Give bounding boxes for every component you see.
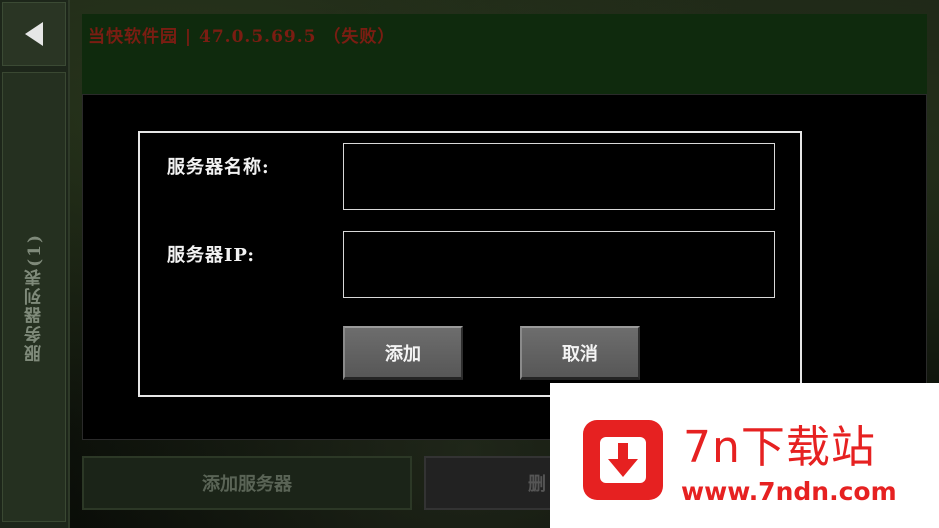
server-entry-title: 当快软件园 | 47.0.5.69.5 （失败） [88, 27, 396, 47]
add-server-button[interactable]: 添加服务器 [82, 456, 412, 510]
cancel-button[interactable]: 取消 [520, 326, 640, 380]
back-button[interactable] [2, 2, 66, 66]
tab-server-list-label: 服务器列表(1) [24, 232, 45, 362]
add-server-dialog: 服务器名称: 服务器IP: 添加 取消 [138, 131, 802, 397]
delete-server-label: 删 [528, 474, 546, 495]
server-ip-label: 服务器IP: [167, 245, 255, 266]
server-name-label: 服务器名称: [167, 157, 270, 178]
add-button[interactable]: 添加 [343, 326, 463, 380]
tab-server-list[interactable]: 服务器列表(1) [2, 72, 66, 522]
server-ip-input[interactable] [343, 231, 775, 298]
watermark: 7n下载站 www.7ndn.com [550, 383, 939, 528]
back-arrow-icon [25, 22, 43, 46]
watermark-name: 7n下载站 [683, 422, 876, 473]
server-name-input[interactable] [343, 143, 775, 210]
cancel-button-label: 取消 [562, 343, 598, 365]
sidebar: 服务器列表(1) [0, 0, 70, 528]
download-arrow-icon [600, 437, 646, 483]
watermark-logo [583, 420, 663, 500]
watermark-url: www.7ndn.com [681, 477, 897, 506]
add-button-label: 添加 [385, 343, 421, 365]
add-server-label: 添加服务器 [202, 474, 292, 495]
server-entry-header[interactable]: 当快软件园 | 47.0.5.69.5 （失败） [82, 14, 927, 94]
